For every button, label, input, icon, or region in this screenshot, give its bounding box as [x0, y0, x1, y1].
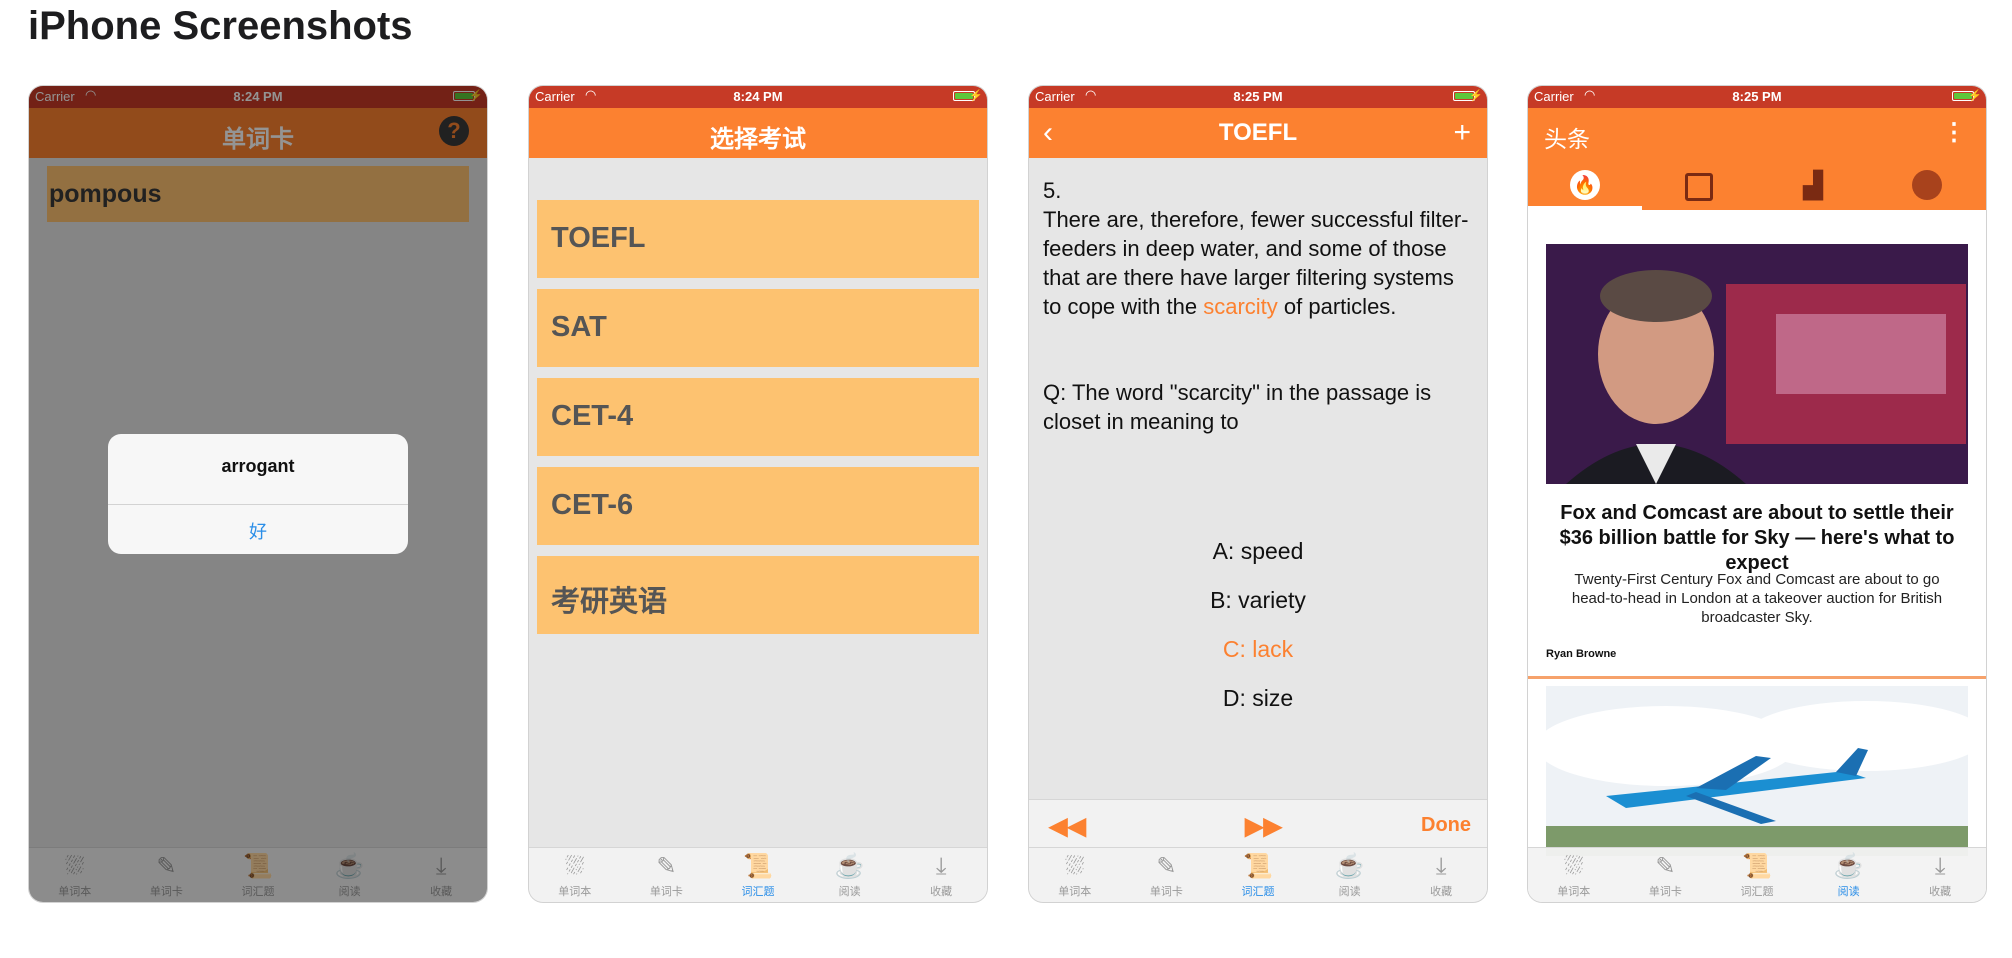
- scroll-icon: 📜: [1243, 853, 1273, 880]
- status-time: 8:25 PM: [1732, 89, 1782, 104]
- tab-favorites[interactable]: ⤓ 收藏: [1395, 848, 1487, 902]
- highlighted-word: scarcity: [1203, 294, 1278, 319]
- charging-icon: ⚡: [969, 90, 983, 102]
- tab-bar: ⛆ 单词本 ✎ 单词卡 📜 词汇题 ☕ 阅读 ⤓ 收藏: [1528, 847, 1986, 902]
- category-hot-tab[interactable]: 🔥: [1528, 164, 1642, 210]
- add-icon[interactable]: +: [1453, 118, 1471, 148]
- screen-title: TOEFL: [1218, 119, 1298, 146]
- tab-bar: ⛆ 单词本 ✎ 单词卡 📜 词汇题 ☕ 阅读 ⤓ 收藏: [1029, 847, 1487, 902]
- news-header: 头条 ⋮ 🔥 ▟: [1528, 108, 1986, 210]
- download-icon: ⤓: [1934, 853, 1946, 880]
- scroll-icon: 📜: [1742, 853, 1772, 880]
- tab-reading[interactable]: ☕ 阅读: [804, 848, 896, 902]
- article-summary: Twenty-First Century Fox and Comcast are…: [1571, 571, 1943, 626]
- tab-vocab-quiz[interactable]: 📜 词汇题: [1711, 848, 1803, 902]
- question-passage: 5. There are, therefore, fewer successfu…: [1043, 176, 1473, 321]
- download-icon: ⤓: [1435, 853, 1447, 880]
- charging-icon: ⚡: [1469, 90, 1483, 102]
- flame-icon: 🔥: [1570, 170, 1600, 200]
- status-bar: Carrier ◠ 8:25 PM ⚡: [1029, 86, 1487, 108]
- tab-wordcard[interactable]: ✎ 单词卡: [1121, 848, 1213, 902]
- article-photo[interactable]: [1546, 244, 1968, 484]
- exam-option-cet4[interactable]: CET-4: [537, 378, 979, 456]
- more-vertical-icon[interactable]: ⋮: [1942, 118, 1966, 147]
- reading-icon: ☕: [834, 853, 865, 880]
- category-finance-tab[interactable]: ▟: [1756, 164, 1870, 210]
- tab-reading[interactable]: ☕ 阅读: [1304, 848, 1396, 902]
- tab-wordbook[interactable]: ⛆ 单词本: [1029, 848, 1121, 902]
- tab-reading[interactable]: ☕ 阅读: [1803, 848, 1895, 902]
- phone-screenshot-toefl-question: Carrier ◠ 8:25 PM ⚡ ‹ TOEFL + 5. There a…: [1029, 86, 1487, 902]
- done-button[interactable]: Done: [1421, 814, 1471, 837]
- tab-favorites[interactable]: ⤓ 收藏: [1894, 848, 1986, 902]
- status-time: 8:25 PM: [1233, 89, 1283, 104]
- reading-icon: ☕: [1334, 853, 1365, 880]
- screen-title: 头条: [1544, 126, 1590, 152]
- phone-screenshot-select-exam: Carrier ◠ 8:24 PM ⚡ 选择考试 TOEFL SAT CET-4…: [529, 86, 987, 902]
- category-tech-tab[interactable]: [1642, 164, 1756, 210]
- status-bar: Carrier ◠ 8:25 PM ⚡: [1528, 86, 1986, 108]
- tab-wordcard[interactable]: ✎ 单词卡: [621, 848, 713, 902]
- phone-screenshot-news: Carrier ◠ 8:25 PM ⚡ 头条 ⋮ 🔥 ▟ Fox and Com…: [1528, 86, 1986, 902]
- nav-bar: 选择考试: [529, 108, 987, 158]
- option-a[interactable]: A: speed: [1029, 538, 1487, 565]
- tab-wordcard[interactable]: ✎ 单词卡: [1620, 848, 1712, 902]
- wordcard-icon: ✎: [656, 853, 677, 880]
- article-photo-airplane[interactable]: [1546, 686, 1968, 856]
- wordbook-icon: ⛆: [1065, 853, 1085, 880]
- alert-ok-button[interactable]: 好: [108, 518, 408, 544]
- wordcard-icon: ✎: [1156, 853, 1177, 880]
- question-text: Q: The word "scarcity" in the passage is…: [1043, 380, 1432, 434]
- article-divider: [1528, 676, 1986, 679]
- alert-dialog: arrogant 好: [108, 434, 408, 554]
- wordcard-icon: ✎: [1655, 853, 1676, 880]
- charging-icon: ⚡: [1968, 90, 1982, 102]
- status-bar: Carrier ◠ 8:24 PM ⚡: [529, 86, 987, 108]
- chip-icon: [1685, 173, 1713, 201]
- article-headline[interactable]: Fox and Comcast are about to settle thei…: [1542, 501, 1972, 576]
- passage-text-end: of particles.: [1283, 294, 1397, 319]
- option-c-selected[interactable]: C: lack: [1029, 636, 1487, 663]
- option-d[interactable]: D: size: [1029, 685, 1487, 712]
- article-author: Ryan Browne: [1546, 648, 1617, 660]
- download-icon: ⤓: [935, 853, 947, 880]
- tab-wordbook[interactable]: ⛆ 单词本: [529, 848, 621, 902]
- alert-divider: [108, 504, 408, 505]
- status-time: 8:24 PM: [733, 89, 783, 104]
- wordbook-icon: ⛆: [565, 853, 585, 880]
- exam-option-cet6[interactable]: CET-6: [537, 467, 979, 545]
- exam-option-toefl[interactable]: TOEFL: [537, 200, 979, 278]
- tab-vocab-quiz[interactable]: 📜 词汇题: [1212, 848, 1304, 902]
- category-world-tab[interactable]: [1870, 164, 1984, 210]
- screen-title: 选择考试: [710, 126, 806, 153]
- globe-icon: [1912, 170, 1942, 200]
- rewind-icon[interactable]: ◀◀: [1049, 812, 1086, 841]
- exam-option-kaoyan[interactable]: 考研英语: [537, 556, 979, 634]
- tab-bar: ⛆ 单词本 ✎ 单词卡 📜 词汇题 ☕ 阅读 ⤓ 收藏: [529, 847, 987, 902]
- tab-favorites[interactable]: ⤓ 收藏: [895, 848, 987, 902]
- nav-bar: ‹ TOEFL +: [1029, 108, 1487, 158]
- exam-option-sat[interactable]: SAT: [537, 289, 979, 367]
- phone-screenshot-word-card: Carrier ◠ 8:24 PM ⚡ 单词卡 ? pompous ⛆ 单词本 ✎…: [29, 86, 487, 902]
- bar-chart-icon: ▟: [1803, 170, 1823, 200]
- question-toolbar: ◀◀ ▶▶ Done: [1029, 799, 1487, 848]
- alert-message: arrogant: [221, 456, 295, 476]
- fast-forward-icon[interactable]: ▶▶: [1245, 812, 1282, 841]
- wordbook-icon: ⛆: [1564, 853, 1584, 880]
- option-b[interactable]: B: variety: [1029, 587, 1487, 614]
- reading-icon: ☕: [1833, 853, 1864, 880]
- tab-vocab-quiz[interactable]: 📜 词汇题: [712, 848, 804, 902]
- question-number: 5.: [1043, 178, 1062, 203]
- scroll-icon: 📜: [743, 853, 773, 880]
- page-title: iPhone Screenshots: [28, 4, 413, 48]
- tab-wordbook[interactable]: ⛆ 单词本: [1528, 848, 1620, 902]
